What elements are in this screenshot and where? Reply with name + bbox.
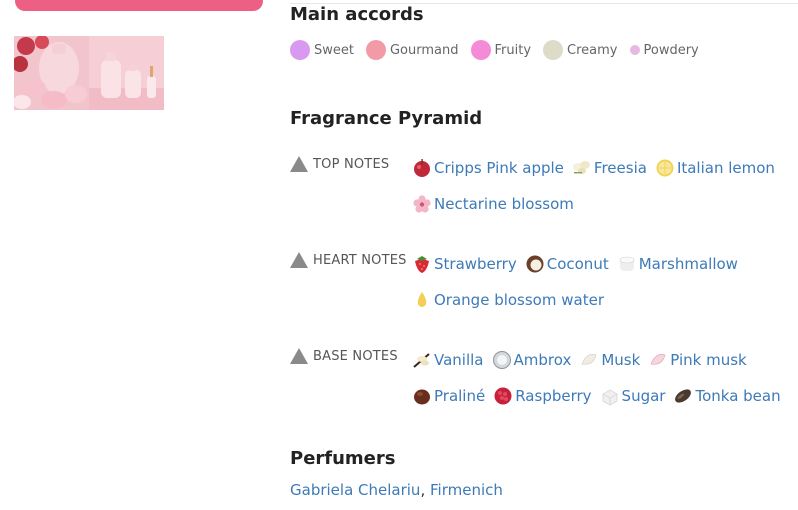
note-name: Coconut bbox=[546, 255, 609, 273]
note-name: Cripps Pink apple bbox=[434, 159, 564, 177]
product-thumbnail-2[interactable] bbox=[89, 36, 164, 110]
vanilla-icon bbox=[413, 353, 430, 368]
note-pink-musk[interactable]: Pink musk bbox=[648, 350, 747, 370]
base-notes-list: Vanilla Ambrox Musk Pink musk Praliné Ra… bbox=[412, 342, 798, 414]
heart-notes-list: Strawberry Coconut Marshmallow Orange bl… bbox=[412, 246, 798, 318]
pyramid-base-icon bbox=[290, 348, 308, 364]
top-notes-label: TOP NOTES bbox=[290, 156, 389, 172]
accord-dot bbox=[290, 40, 310, 60]
note-name: Sugar bbox=[621, 387, 666, 405]
note-name: Nectarine blossom bbox=[434, 195, 574, 213]
accord-dot bbox=[365, 40, 386, 60]
note-name: Strawberry bbox=[434, 255, 517, 273]
water-drop-icon bbox=[417, 292, 427, 307]
perfumer-link[interactable]: Firmenich bbox=[430, 481, 503, 499]
note-coconut[interactable]: Coconut bbox=[525, 254, 609, 274]
perfumers-list: Gabriela Chelariu, Firmenich bbox=[290, 481, 503, 499]
pyramid-top-icon bbox=[290, 156, 308, 172]
note-name: Pink musk bbox=[670, 351, 747, 369]
note-orange-blossom-water[interactable]: Orange blossom water bbox=[412, 290, 604, 310]
note-freesia[interactable]: Freesia bbox=[572, 158, 647, 178]
accord-label: Gourmand bbox=[389, 42, 459, 58]
apple-icon bbox=[414, 159, 430, 177]
perfumer-separator: , bbox=[420, 481, 426, 499]
accord-label: Powdery bbox=[643, 42, 699, 58]
note-name: Praliné bbox=[434, 387, 486, 405]
musk-icon bbox=[581, 354, 597, 365]
note-name: Italian lemon bbox=[676, 159, 775, 177]
note-name: Musk bbox=[601, 351, 641, 369]
note-nectarine-blossom[interactable]: Nectarine blossom bbox=[412, 194, 574, 214]
base-notes-label: BASE NOTES bbox=[290, 348, 398, 364]
note-marshmallow[interactable]: Marshmallow bbox=[617, 254, 738, 274]
main-accords-title: Main accords bbox=[290, 4, 424, 25]
perfumer-link[interactable]: Gabriela Chelariu bbox=[290, 481, 420, 499]
accord-label: Fruity bbox=[494, 42, 532, 58]
accord-fruity[interactable]: Fruity bbox=[470, 40, 532, 60]
note-name: Ambrox bbox=[513, 351, 572, 369]
strawberry-icon bbox=[415, 256, 429, 273]
note-tonka-bean[interactable]: Tonka bean bbox=[673, 386, 781, 406]
accord-label: Creamy bbox=[567, 42, 618, 58]
accord-creamy[interactable]: Creamy bbox=[543, 40, 618, 60]
tier-label-text: BASE NOTES bbox=[313, 348, 398, 364]
blossom-icon bbox=[413, 195, 431, 213]
ambrox-icon bbox=[492, 351, 511, 369]
accord-powdery[interactable]: Powdery bbox=[629, 42, 699, 58]
heart-notes-label: HEART NOTES bbox=[290, 252, 407, 268]
note-name: Tonka bean bbox=[695, 387, 781, 405]
note-name: Freesia bbox=[593, 159, 647, 177]
pyramid-heart-icon bbox=[290, 252, 308, 268]
note-musk[interactable]: Musk bbox=[579, 350, 640, 370]
note-name: Marshmallow bbox=[638, 255, 738, 273]
top-notes-list: Cripps Pink apple Freesia Italian lemon … bbox=[412, 150, 798, 222]
lemon-icon bbox=[656, 159, 674, 177]
product-thumbnails bbox=[14, 36, 164, 110]
note-raspberry[interactable]: Raspberry bbox=[493, 386, 592, 406]
tonka-bean-icon bbox=[675, 389, 692, 403]
product-thumbnail-1[interactable] bbox=[14, 36, 89, 110]
accord-dot bbox=[470, 40, 491, 60]
tier-label-text: HEART NOTES bbox=[313, 252, 407, 268]
pink-musk-icon bbox=[650, 354, 666, 365]
praline-icon bbox=[414, 389, 430, 405]
note-ambrox[interactable]: Ambrox bbox=[492, 350, 572, 370]
buy-button[interactable] bbox=[15, 0, 263, 11]
perfumers-title: Perfumers bbox=[290, 448, 396, 469]
note-cripps-pink-apple[interactable]: Cripps Pink apple bbox=[412, 158, 564, 178]
accord-gourmand[interactable]: Gourmand bbox=[365, 40, 459, 60]
note-strawberry[interactable]: Strawberry bbox=[412, 254, 517, 274]
note-praline[interactable]: Praliné bbox=[412, 386, 485, 406]
note-name: Raspberry bbox=[515, 387, 592, 405]
raspberry-icon bbox=[494, 387, 512, 405]
note-italian-lemon[interactable]: Italian lemon bbox=[655, 158, 775, 178]
fragrance-pyramid-title: Fragrance Pyramid bbox=[290, 108, 483, 129]
coconut-icon bbox=[526, 255, 544, 273]
tier-label-text: TOP NOTES bbox=[313, 156, 390, 172]
accord-sweet[interactable]: Sweet bbox=[290, 40, 354, 60]
marshmallow-icon bbox=[619, 256, 635, 271]
sugar-icon bbox=[602, 389, 617, 406]
freesia-icon bbox=[572, 161, 590, 174]
accord-label: Sweet bbox=[314, 42, 354, 58]
note-name: Orange blossom water bbox=[434, 291, 604, 309]
main-accords-list: Sweet Gourmand Fruity Creamy Powdery bbox=[290, 40, 711, 60]
note-sugar[interactable]: Sugar bbox=[600, 386, 666, 406]
accord-dot bbox=[629, 45, 640, 55]
note-vanilla[interactable]: Vanilla bbox=[412, 350, 484, 370]
accord-dot bbox=[543, 40, 564, 60]
note-name: Vanilla bbox=[434, 351, 484, 369]
